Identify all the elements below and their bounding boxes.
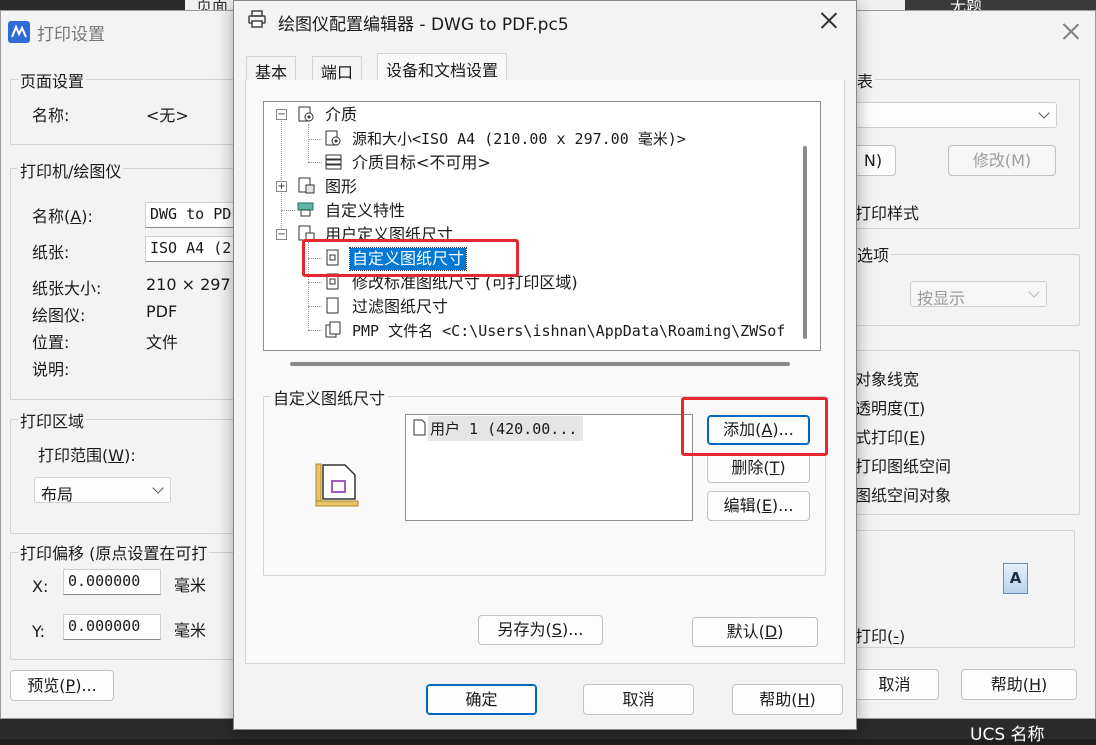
tree-expand-graphics-icon[interactable]: + bbox=[276, 181, 287, 192]
printer-group-label: 打印机/绘图仪 bbox=[18, 158, 124, 182]
print-help-button[interactable]: 帮助(H) bbox=[961, 669, 1077, 700]
custom-properties-icon bbox=[297, 202, 314, 217]
shade-plot-value: 按显示 bbox=[917, 289, 966, 307]
page-setup-label: 页面设置 bbox=[18, 68, 87, 92]
plot-style-select[interactable] bbox=[850, 102, 1057, 128]
tree-item-filter-paper[interactable]: 过滤图纸尺寸 bbox=[352, 296, 448, 318]
source-size-icon bbox=[325, 130, 341, 146]
option-styles-print[interactable]: 式打印(E) bbox=[855, 424, 926, 448]
tree-vertical-scrollbar[interactable] bbox=[803, 146, 807, 339]
filter-paper-icon bbox=[326, 297, 339, 314]
print-range-label: 打印范围(W): bbox=[38, 446, 136, 465]
page-setup-name-label: 名称: bbox=[32, 106, 70, 125]
tree-item-pmp-file[interactable]: PMP 文件名 <C:\Users\ishnan\AppData\Roaming… bbox=[352, 320, 792, 342]
ucs-label: UCS 名称 bbox=[970, 725, 1045, 745]
print-dialog-logo-mark bbox=[11, 24, 27, 38]
paper-field[interactable]: ISO A4 (2 bbox=[145, 236, 240, 262]
print-style-label: 打印样式 bbox=[855, 204, 920, 223]
editor-close-icon[interactable] bbox=[820, 11, 838, 29]
tree-item-source-size[interactable]: 源和大小<ISO A4 (210.00 x 297.00 毫米)> bbox=[352, 128, 686, 150]
tree-item-media[interactable]: 介质 bbox=[325, 104, 357, 126]
modify-style-button[interactable]: 修改(M) bbox=[948, 145, 1056, 176]
location-label: 位置: bbox=[32, 333, 70, 352]
ok-button[interactable]: 确定 bbox=[426, 684, 537, 715]
plotter-value: PDF bbox=[146, 302, 178, 321]
offset-x-unit: 毫米 bbox=[174, 576, 207, 595]
tree-item-custom-properties[interactable]: 自定义特性 bbox=[325, 200, 405, 222]
tree-collapse-user-paper-icon[interactable]: − bbox=[276, 229, 287, 240]
offset-y-input[interactable]: 0.000000 bbox=[63, 614, 161, 640]
editor-help-button[interactable]: 帮助(H) bbox=[732, 684, 843, 715]
editor-title: 绘图仪配置编辑器 - DWG to PDF.pc5 bbox=[278, 15, 569, 35]
paper-size-label: 纸张大小: bbox=[32, 279, 102, 298]
tree-line bbox=[308, 282, 322, 283]
tree-line bbox=[281, 210, 295, 211]
tree-item-media-destination[interactable]: 介质目标<不可用> bbox=[352, 152, 491, 174]
chevron-down-icon bbox=[1038, 107, 1050, 119]
delete-button[interactable]: 删除(T) bbox=[707, 453, 810, 483]
print-cancel-button[interactable]: 取消 bbox=[850, 669, 939, 700]
paper-list-item-icon bbox=[413, 419, 426, 436]
save-as-button[interactable]: 另存为(S)... bbox=[478, 615, 603, 645]
offset-y-label: Y: bbox=[32, 622, 46, 641]
tree-item-graphics[interactable]: 图形 bbox=[325, 176, 357, 198]
print-range-select[interactable]: 布局 bbox=[34, 477, 171, 503]
printer-icon bbox=[248, 10, 266, 28]
pmp-file-icon bbox=[325, 321, 341, 338]
tree-line bbox=[308, 330, 322, 331]
print-dialog-title: 打印设置 bbox=[37, 25, 105, 45]
reverse-print-label[interactable]: 打印(-) bbox=[855, 623, 905, 647]
media-icon bbox=[298, 106, 314, 122]
paper-label: 纸张: bbox=[32, 243, 70, 262]
printer-name-field[interactable]: DWG to PDF bbox=[145, 202, 240, 228]
plotter-label: 绘图仪: bbox=[32, 306, 86, 325]
tree-line bbox=[308, 306, 322, 307]
preview-button[interactable]: 预览(P)... bbox=[10, 670, 114, 701]
chevron-down-icon bbox=[152, 482, 164, 494]
paper-size-value: 210 × 297 bbox=[146, 275, 231, 294]
description-label: 说明: bbox=[32, 360, 70, 379]
print-offset-label: 打印偏移 (原点设置在可打 bbox=[18, 540, 210, 564]
custom-paper-size-group-label: 自定义图纸尺寸 bbox=[270, 385, 389, 409]
option-transparency[interactable]: 透明度(T) bbox=[855, 395, 925, 419]
tree-line bbox=[308, 139, 322, 140]
offset-x-label: X: bbox=[32, 577, 49, 596]
editor-cancel-button[interactable]: 取消 bbox=[583, 684, 694, 715]
paper-size-icon bbox=[315, 463, 359, 507]
edit-button[interactable]: 编辑(E)... bbox=[707, 491, 810, 521]
location-value: 文件 bbox=[146, 333, 179, 352]
orientation-page-icon: A bbox=[1003, 563, 1028, 594]
default-button[interactable]: 默认(D) bbox=[692, 617, 818, 647]
highlight-selected-tree-item bbox=[302, 239, 519, 277]
plot-style-table-label: 表 bbox=[855, 68, 876, 92]
tree-line bbox=[308, 162, 322, 163]
print-dialog-close-icon[interactable] bbox=[1062, 22, 1080, 40]
printer-name-label: 名称(A): bbox=[32, 207, 93, 226]
offset-x-input[interactable]: 0.000000 bbox=[63, 569, 161, 595]
print-range-value: 布局 bbox=[41, 485, 74, 503]
graphics-icon bbox=[298, 177, 315, 194]
tree-line bbox=[281, 118, 282, 234]
offset-y-unit: 毫米 bbox=[174, 621, 207, 640]
option-hide-paperspace[interactable]: 图纸空间对象 bbox=[855, 482, 951, 506]
media-destination-icon bbox=[325, 154, 342, 170]
tree-collapse-media-icon[interactable]: − bbox=[276, 109, 287, 120]
option-object-lineweight[interactable]: 对象线宽 bbox=[855, 366, 919, 390]
highlight-add-button bbox=[681, 397, 828, 456]
custom-paper-list-item[interactable]: 用户 1 (420.00... bbox=[428, 416, 584, 441]
shade-plot-select[interactable]: 按显示 bbox=[910, 281, 1047, 307]
shaded-options-label: 选项 bbox=[855, 242, 892, 266]
page-setup-name-value: <无> bbox=[146, 106, 189, 125]
print-area-label: 打印区域 bbox=[18, 408, 87, 432]
tree-horizontal-scrollbar[interactable] bbox=[290, 362, 790, 366]
option-paperspace-last[interactable]: 打印图纸空间 bbox=[855, 453, 951, 477]
chevron-down-icon bbox=[1028, 286, 1040, 298]
tree-line bbox=[308, 124, 309, 162]
